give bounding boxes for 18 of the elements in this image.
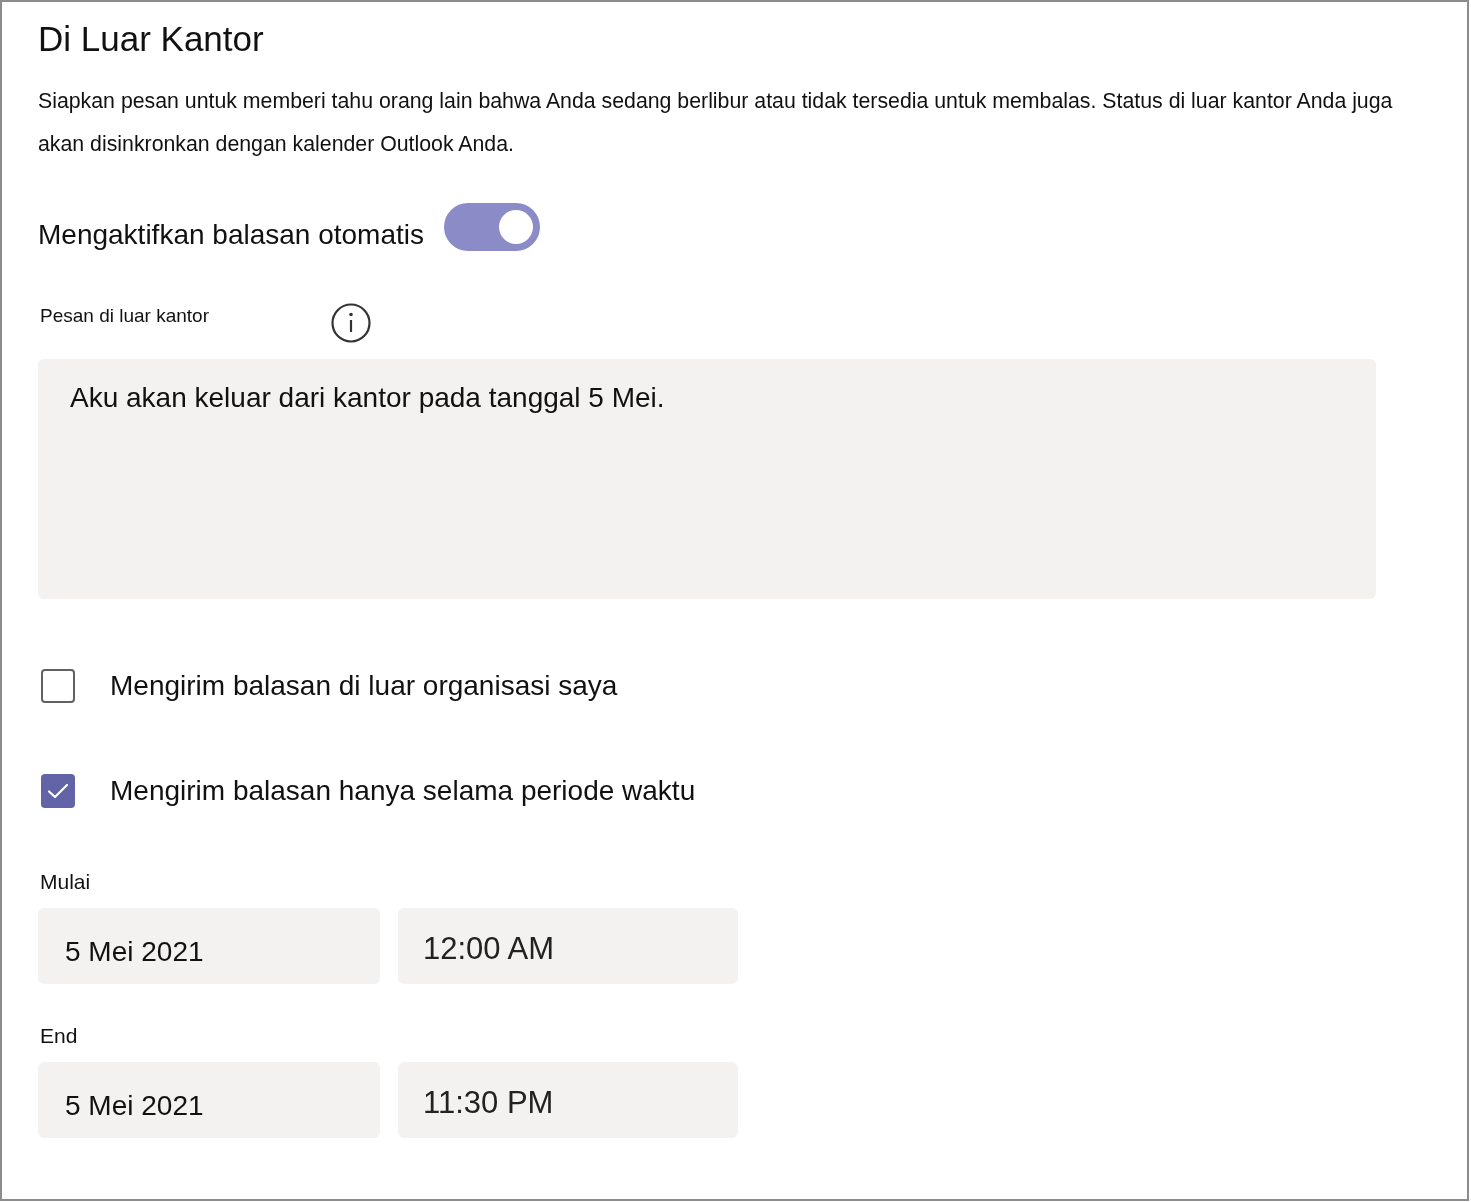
checkbox-label: Mengirim balasan hanya selama periode waktu [110,774,696,808]
checkbox-label: Mengirim balasan di luar organisasi saya [110,669,618,703]
page-title: Di Luar Kantor [38,19,264,59]
description-text: Siapkan pesan untuk memberi tahu orang lain bahwa Anda sedang berlibur atau tidak tersedia untuk membalas. Status di luar kantor Anda juga akan disinkronkan dengan kalender Outlook Anda. [38,88,1394,158]
field-label: Pesan di luar kantor [40,305,209,327]
checkmark-icon [47,783,69,799]
info-icon[interactable] [331,303,371,343]
field-label: End [39,1024,78,1048]
field-label: Mulai [39,870,91,894]
time-field[interactable]: 12:00 AM [398,908,738,984]
checkbox[interactable] [41,774,75,808]
toggle-label: Mengaktifkan balasan otomatis [38,218,424,252]
date-field[interactable]: 5 Mei 2021 [38,908,380,984]
toggle-switch[interactable] [444,203,540,251]
date-field[interactable]: 5 Mei 2021 [38,1062,380,1138]
message-field[interactable]: Aku akan keluar dari kantor pada tanggal 5 Mei. [38,359,1376,599]
time-field[interactable]: 11:30 PM [398,1062,738,1138]
checkbox[interactable] [41,669,75,703]
